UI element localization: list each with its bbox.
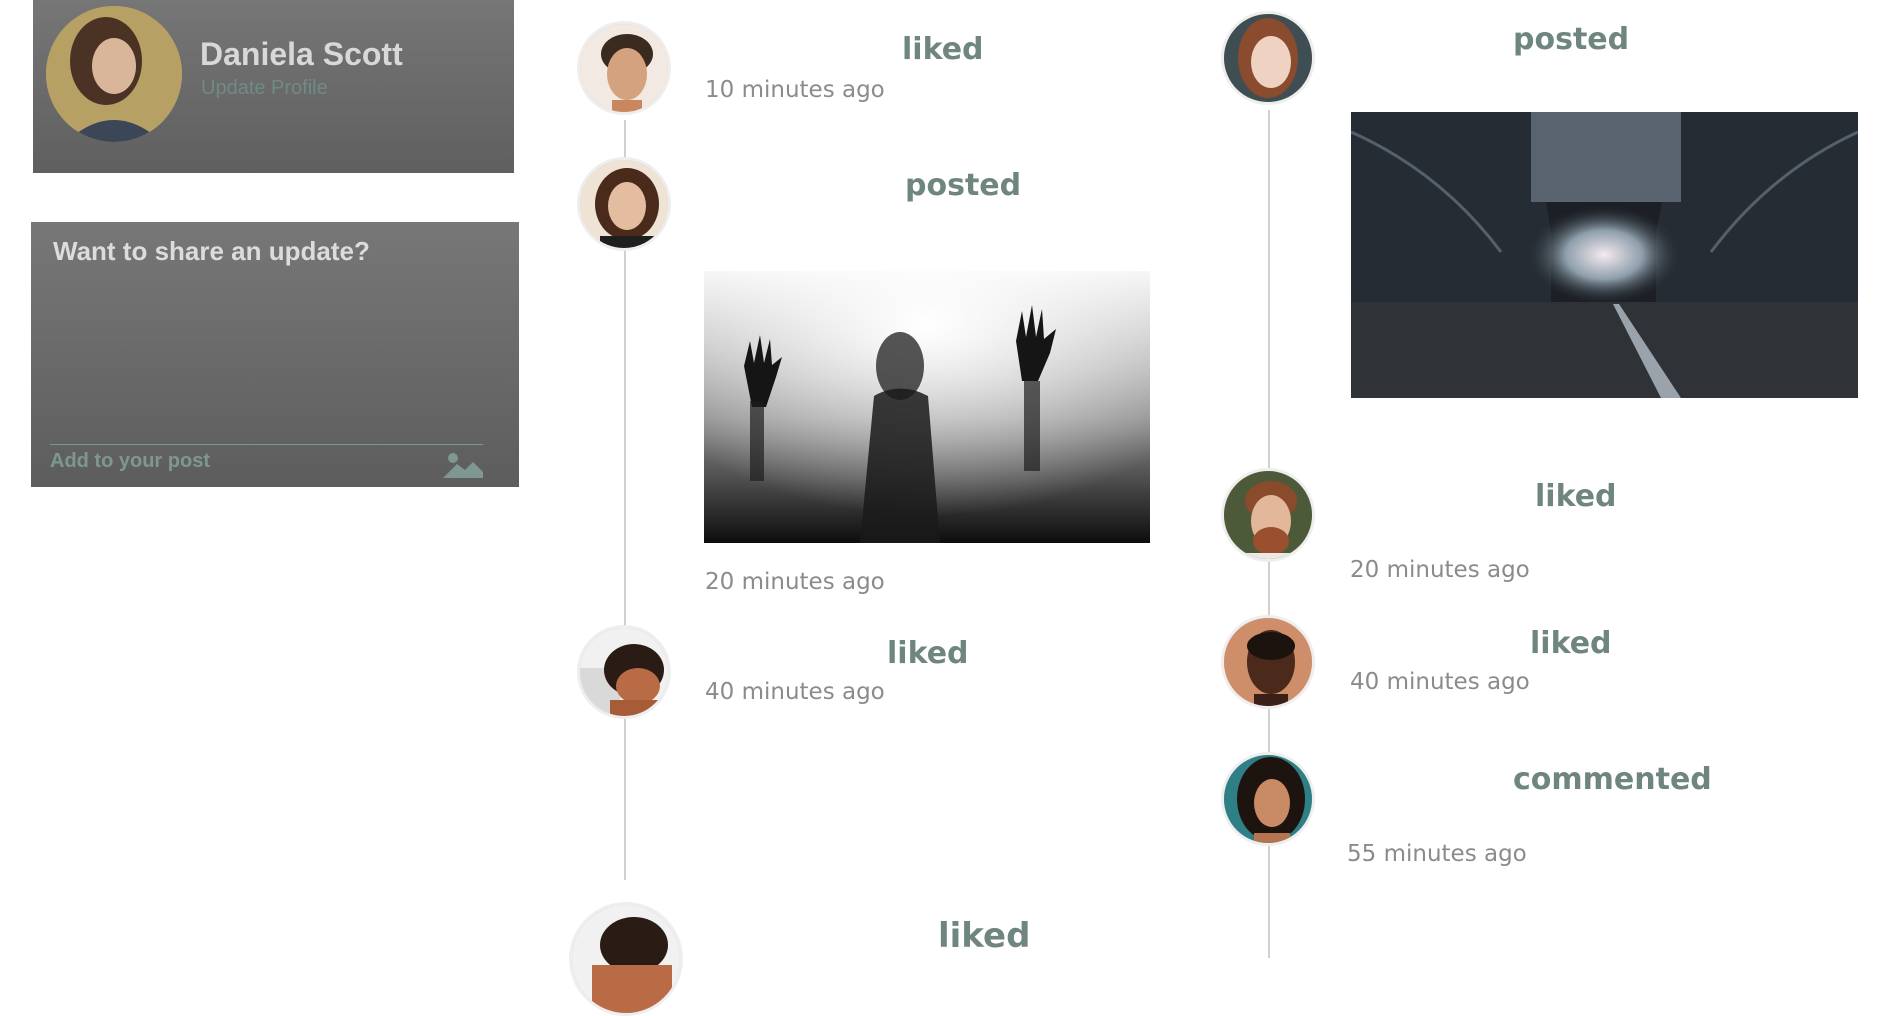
profile-name: Daniela Scott: [200, 36, 403, 72]
feed-time: 40 minutes ago: [705, 679, 885, 705]
profile-card: Daniela Scott Update Profile: [33, 0, 514, 173]
feed-action: liked: [1535, 479, 1617, 514]
feed-action: liked: [902, 32, 984, 67]
feed-time: 10 minutes ago: [705, 77, 885, 103]
feed-action: liked: [938, 916, 1031, 956]
feed-time: 55 minutes ago: [1347, 841, 1527, 867]
profile-avatar[interactable]: [46, 6, 182, 142]
avatar-user-4[interactable]: [569, 902, 683, 1016]
feed-action: liked: [887, 636, 969, 671]
avatar-user-2[interactable]: [577, 157, 671, 251]
avatar-user-5[interactable]: [1221, 11, 1315, 105]
feed-time: 20 minutes ago: [705, 569, 885, 595]
feed-action: posted: [1513, 22, 1630, 57]
composer-divider: [50, 444, 483, 445]
update-profile-link[interactable]: Update Profile: [201, 77, 328, 100]
feed-action: liked: [1530, 626, 1612, 661]
add-to-post-label[interactable]: Add to your post: [50, 450, 210, 473]
image-icon[interactable]: [443, 450, 483, 478]
composer-placeholder[interactable]: Want to share an update?: [53, 236, 370, 267]
avatar-user-8[interactable]: [1221, 752, 1315, 846]
avatar-user-1[interactable]: [577, 21, 671, 115]
feed-action: commented: [1513, 762, 1712, 797]
post-image[interactable]: [1351, 112, 1858, 398]
avatar-user-6[interactable]: [1221, 468, 1315, 562]
post-composer[interactable]: Want to share an update? Add to your pos…: [31, 222, 519, 487]
feed-time: 20 minutes ago: [1350, 557, 1530, 583]
feed-action: posted: [905, 168, 1022, 203]
feed-time: 40 minutes ago: [1350, 669, 1530, 695]
avatar-user-7[interactable]: [1221, 615, 1315, 709]
avatar-user-3[interactable]: [577, 625, 671, 719]
post-image[interactable]: [704, 271, 1150, 543]
